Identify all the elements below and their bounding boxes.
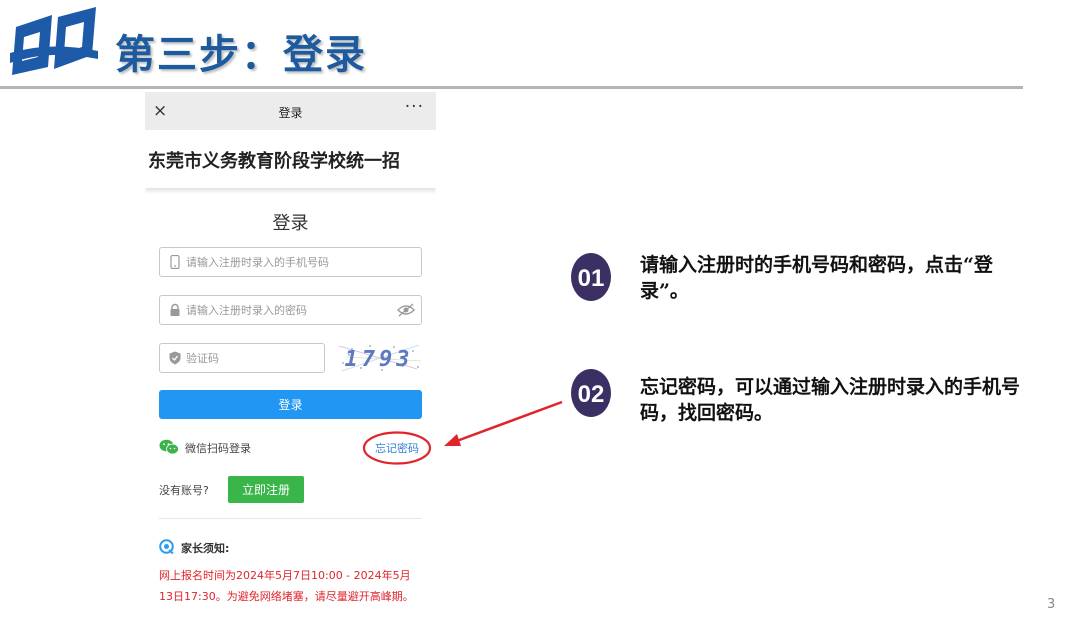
shield-icon <box>169 351 181 365</box>
phone-screenshot: × 登录 ··· 东莞市义务教育阶段学校统一招 登录 请输入注册时录入的手机号码… <box>145 92 436 627</box>
forgot-password-highlight <box>362 431 432 465</box>
login-form-title: 登录 <box>272 213 309 234</box>
title-divider <box>0 86 1023 89</box>
phone-input[interactable] <box>186 253 386 271</box>
captcha-field[interactable] <box>159 343 325 373</box>
captcha-text: 1793 <box>345 347 414 372</box>
notice-divider <box>159 518 422 519</box>
wechat-login-label: 微信扫码登录 <box>185 442 251 455</box>
phone-topbar: × 登录 ··· <box>145 92 436 130</box>
mobile-phone-icon <box>170 255 180 269</box>
notice-icon <box>159 539 174 554</box>
more-options-icon[interactable]: ··· <box>405 97 424 117</box>
captcha-image[interactable]: 1793 <box>337 341 422 374</box>
step-01-text: 请输入注册时的手机号码和密码，点击“登录”。 <box>640 254 993 302</box>
page-number: 3 <box>1047 597 1056 612</box>
phone-field[interactable] <box>159 247 422 277</box>
step-02-text: 忘记密码，可以通过输入注册时录入的手机号码，找回密码。 <box>640 376 1021 424</box>
lock-icon <box>170 303 180 316</box>
login-button[interactable]: 登录 <box>159 390 422 419</box>
step-badge-02: 02 <box>571 369 611 417</box>
wechat-icon <box>159 439 179 455</box>
register-button[interactable]: 立即注册 <box>228 476 304 503</box>
logo-icon <box>10 7 98 75</box>
slide-title: 第三步：登录 <box>115 32 367 78</box>
step-badge-01: 01 <box>571 253 611 301</box>
step-badge-01-label: 01 <box>578 265 605 292</box>
site-header: 东莞市义务教育阶段学校统一招 <box>145 130 436 188</box>
no-account-label: 没有账号? <box>159 484 209 497</box>
notice-text: 网上报名时间为2024年5月7日10:00 - 2024年5月13日17:30。… <box>159 569 414 603</box>
site-name: 东莞市义务教育阶段学校统一招 <box>148 151 400 172</box>
pointer-arrow-icon <box>444 400 563 446</box>
captcha-input[interactable] <box>186 349 316 367</box>
eye-icon[interactable] <box>397 303 415 317</box>
step-badge-02-label: 02 <box>578 381 605 408</box>
password-field[interactable] <box>159 295 422 325</box>
notice-title: 家长须知: <box>181 542 230 555</box>
password-input[interactable] <box>186 301 386 319</box>
topbar-title: 登录 <box>278 106 303 120</box>
